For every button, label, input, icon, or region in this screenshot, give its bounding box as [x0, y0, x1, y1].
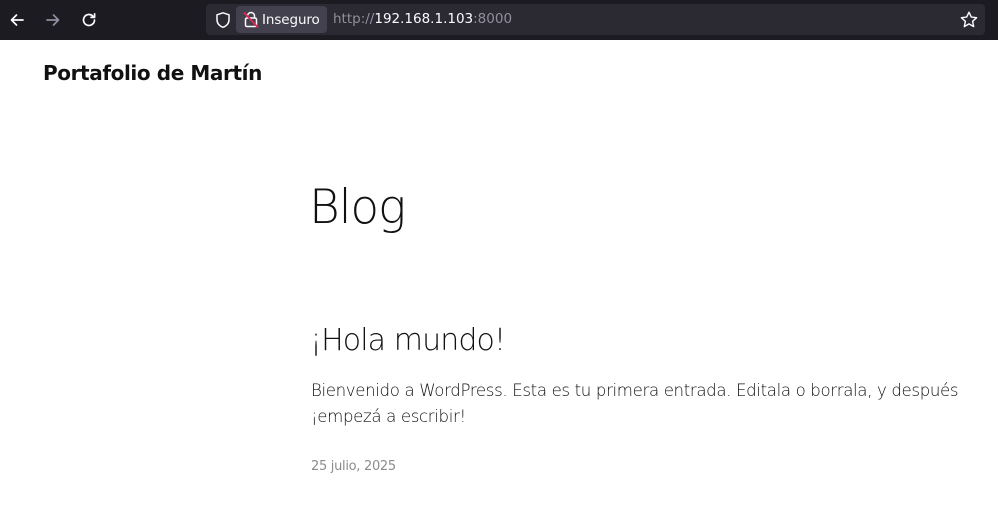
shield-icon[interactable]: [214, 11, 232, 29]
url-host: 192.168.1.103: [374, 11, 474, 27]
reload-icon: [82, 12, 96, 27]
post-excerpt: Bienvenido a WordPress. Esta es tu prime…: [311, 381, 959, 426]
star-icon[interactable]: [959, 10, 979, 30]
post-date-link[interactable]: 25 julio, 2025: [311, 459, 396, 474]
url-text[interactable]: http://192.168.1.103:8000: [333, 11, 512, 27]
address-bar[interactable]: Inseguro http://192.168.1.103:8000: [206, 4, 985, 35]
arrow-left-icon: [10, 14, 24, 26]
post-title-link[interactable]: ¡Hola mundo!: [310, 320, 506, 362]
url-scheme: http://: [333, 11, 375, 27]
page-title: Blog: [309, 180, 406, 235]
browser-toolbar: Inseguro http://192.168.1.103:8000: [0, 0, 998, 40]
broken-lock-icon: [243, 11, 259, 28]
back-button[interactable]: [5, 8, 29, 32]
reload-button[interactable]: [77, 8, 101, 32]
url-port: :8000: [473, 11, 513, 27]
security-label: Inseguro: [262, 11, 320, 28]
site-title-link[interactable]: Portafolio de Martín: [43, 61, 262, 85]
forward-button[interactable]: [41, 8, 65, 32]
arrow-right-icon: [46, 14, 60, 26]
connection-security-chip[interactable]: Inseguro: [236, 6, 327, 33]
